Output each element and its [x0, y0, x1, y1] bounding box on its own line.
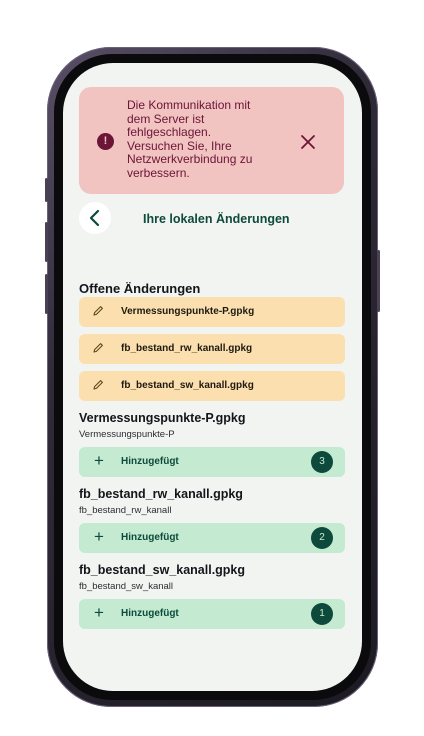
pending-item-label: Vermessungspunkte-P.gpkg [121, 306, 255, 317]
file-title: Vermessungspunkte-P.gpkg [79, 411, 246, 425]
added-changes-row[interactable]: + Hinzugefügt 2 [79, 523, 345, 553]
phone-volume-down [45, 274, 48, 314]
pending-item[interactable]: fb_bestand_sw_kanall.gpkg [79, 371, 345, 401]
pencil-icon [91, 304, 105, 318]
added-changes-row[interactable]: + Hinzugefügt 3 [79, 447, 345, 477]
file-subtitle: Vermessungspunkte-P [79, 429, 175, 440]
change-label: Hinzugefügt [121, 608, 179, 619]
app-screen: ! Die Kommunikation mit dem Server ist f… [63, 63, 362, 691]
plus-icon: + [94, 527, 104, 546]
close-icon[interactable] [297, 131, 319, 153]
page-title: Ihre lokalen Änderungen [143, 212, 290, 226]
error-icon: ! [97, 133, 114, 150]
close-icon-svg [301, 135, 315, 149]
phone-power-button [377, 250, 380, 312]
change-count-badge: 3 [311, 451, 333, 473]
added-changes-row[interactable]: + Hinzugefügt 1 [79, 599, 345, 629]
pending-item-label: fb_bestand_rw_kanall.gpkg [121, 343, 253, 354]
back-button[interactable] [79, 202, 111, 234]
change-label: Hinzugefügt [121, 456, 179, 467]
phone-side-button [45, 178, 48, 202]
file-title: fb_bestand_sw_kanall.gpkg [79, 563, 246, 577]
chevron-left-icon [89, 209, 100, 227]
plus-icon: + [94, 451, 104, 470]
pending-item[interactable]: fb_bestand_rw_kanall.gpkg [79, 334, 345, 364]
phone-volume-up [45, 222, 48, 262]
change-count-badge: 2 [311, 527, 333, 549]
file-title: fb_bestand_rw_kanall.gpkg [79, 487, 243, 501]
alert-message: Die Kommunikation mit dem Server ist feh… [127, 98, 253, 180]
pending-item[interactable]: Vermessungspunkte-P.gpkg [79, 297, 345, 327]
change-label: Hinzugefügt [121, 532, 179, 543]
pencil-icon [91, 341, 105, 355]
pencil-icon [91, 378, 105, 392]
file-subtitle: fb_bestand_rw_kanall [79, 505, 172, 516]
pending-section-title: Offene Änderungen [79, 281, 201, 296]
file-subtitle: fb_bestand_sw_kanall [79, 581, 174, 592]
plus-icon: + [94, 603, 104, 622]
error-alert: ! Die Kommunikation mit dem Server ist f… [79, 87, 344, 194]
pending-item-label: fb_bestand_sw_kanall.gpkg [121, 380, 254, 391]
change-count-badge: 1 [311, 603, 333, 625]
